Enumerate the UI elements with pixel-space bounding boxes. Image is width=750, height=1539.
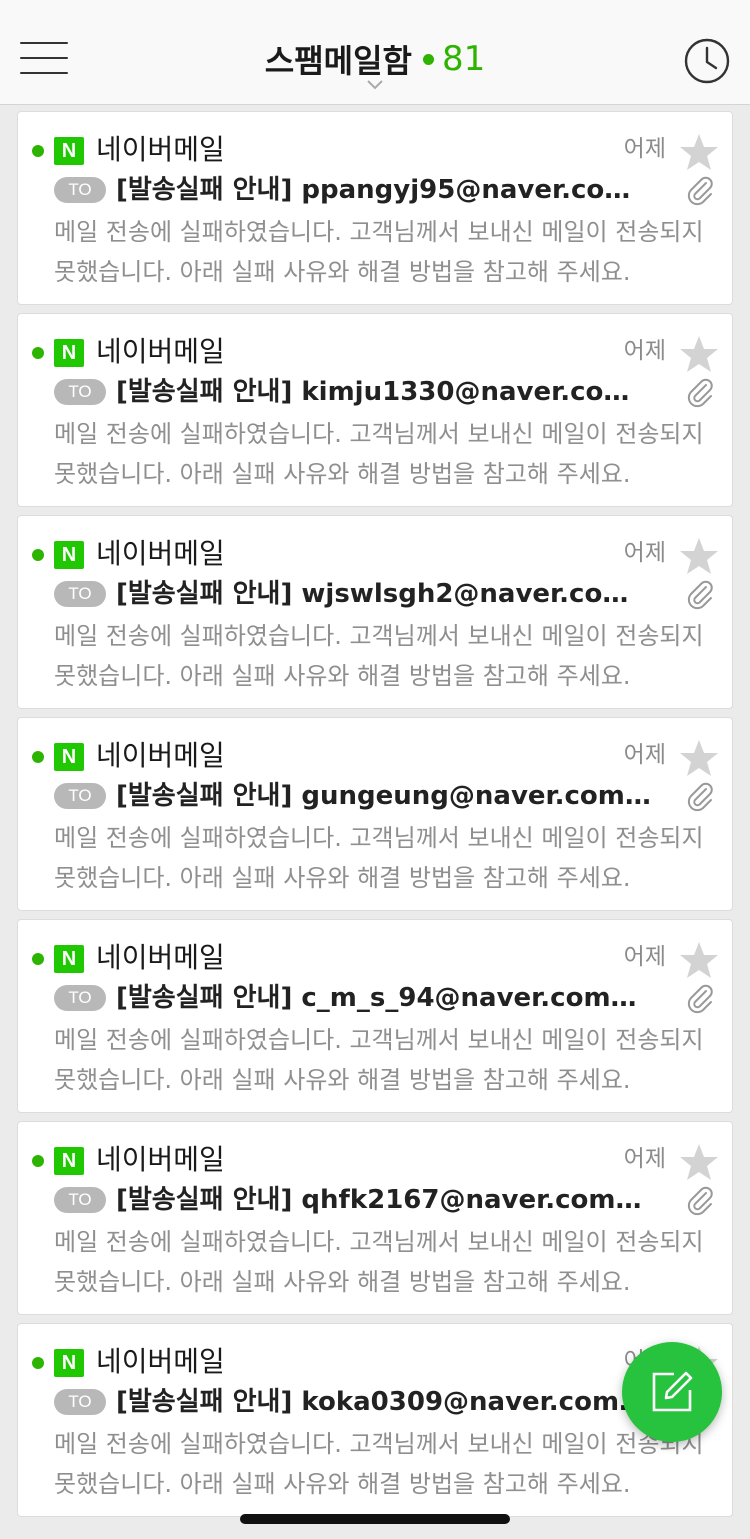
unread-dot — [32, 549, 44, 561]
mail-date: 어제 — [623, 1146, 666, 1172]
mail-preview: 메일 전송에 실패하였습니다. 고객님께서 보내신 메일이 전송되지 못했습니다… — [54, 824, 704, 892]
naver-logo-icon: N — [54, 945, 84, 973]
mail-subject: [발송실패 안내] ppangyj95@naver.com으로 메일이 전송되지… — [116, 175, 654, 205]
star-icon[interactable] — [678, 738, 720, 778]
mail-subject: [발송실패 안내] kimju1330@naver.com으로 메일이 전송되지… — [116, 377, 654, 407]
star-icon[interactable] — [678, 940, 720, 980]
mailbox-title: 스팸메일함 — [264, 42, 412, 80]
mail-subject: [발송실패 안내] qhfk2167@naver.com으로 메일이 전송되지 … — [116, 1185, 654, 1215]
mail-item[interactable]: N 네이버메일 어제 TO [발송실패 안내] kimju1330@naver.… — [17, 313, 733, 507]
mail-item[interactable]: N 네이버메일 어제 TO [발송실패 안내] wjswlsgh2@naver.… — [17, 515, 733, 709]
naver-logo-icon: N — [54, 137, 84, 165]
sender-name: 네이버메일 — [96, 1345, 225, 1378]
to-badge: TO — [54, 379, 106, 405]
compose-icon — [652, 1371, 693, 1412]
mail-date: 어제 — [623, 540, 666, 566]
star-icon[interactable] — [678, 132, 720, 172]
naver-logo-icon: N — [54, 339, 84, 367]
mail-preview: 메일 전송에 실패하였습니다. 고객님께서 보내신 메일이 전송되지 못했습니다… — [54, 420, 704, 488]
mail-subject: [발송실패 안내] koka0309@naver.com으로 메일이 전송되지 … — [116, 1387, 654, 1417]
chevron-down-icon[interactable] — [366, 78, 384, 92]
attachment-clip-icon — [687, 580, 713, 610]
unread-dot — [32, 1155, 44, 1167]
mail-preview: 메일 전송에 실패하였습니다. 고객님께서 보내신 메일이 전송되지 못했습니다… — [54, 1026, 704, 1094]
mail-preview: 메일 전송에 실패하였습니다. 고객님께서 보내신 메일이 전송되지 못했습니다… — [54, 218, 704, 286]
attachment-clip-icon — [687, 176, 713, 206]
mail-item[interactable]: N 네이버메일 어제 TO [발송실패 안내] koka0309@naver.c… — [17, 1323, 733, 1517]
mail-preview: 메일 전송에 실패하였습니다. 고객님께서 보내신 메일이 전송되지 못했습니다… — [54, 1430, 704, 1498]
to-badge: TO — [54, 985, 106, 1011]
unread-dot — [32, 347, 44, 359]
mail-preview: 메일 전송에 실패하였습니다. 고객님께서 보내신 메일이 전송되지 못했습니다… — [54, 1228, 704, 1296]
mail-date: 어제 — [623, 742, 666, 768]
unread-dot — [32, 953, 44, 965]
unread-dot-indicator — [422, 53, 434, 65]
naver-logo-icon: N — [54, 1349, 84, 1377]
to-badge: TO — [54, 1389, 106, 1415]
naver-logo-icon: N — [54, 1147, 84, 1175]
mail-subject: [발송실패 안내] c_m_s_94@naver.com으로 메일이 전송되지 … — [116, 983, 654, 1013]
top-bar: 스팸메일함 81 — [0, 0, 750, 105]
attachment-clip-icon — [687, 1186, 713, 1216]
mail-item[interactable]: N 네이버메일 어제 TO [발송실패 안내] ppangyj95@naver.… — [17, 111, 733, 305]
clock-icon[interactable] — [683, 37, 731, 85]
sender-name: 네이버메일 — [96, 335, 225, 368]
unread-count: 81 — [441, 39, 486, 79]
star-icon[interactable] — [678, 1142, 720, 1182]
unread-dot — [32, 145, 44, 157]
home-indicator — [240, 1514, 510, 1524]
attachment-clip-icon — [687, 984, 713, 1014]
star-icon[interactable] — [678, 536, 720, 576]
naver-logo-icon: N — [54, 743, 84, 771]
attachment-clip-icon — [687, 378, 713, 408]
sender-name: 네이버메일 — [96, 537, 225, 570]
unread-dot — [32, 751, 44, 763]
to-badge: TO — [54, 177, 106, 203]
mail-preview: 메일 전송에 실패하였습니다. 고객님께서 보내신 메일이 전송되지 못했습니다… — [54, 622, 704, 690]
naver-logo-icon: N — [54, 541, 84, 569]
sender-name: 네이버메일 — [96, 133, 225, 166]
mail-subject: [발송실패 안내] gungeung@naver.com으로 메일이 전송되지 … — [116, 781, 654, 811]
mail-item[interactable]: N 네이버메일 어제 TO [발송실패 안내] c_m_s_94@naver.c… — [17, 919, 733, 1113]
to-badge: TO — [54, 581, 106, 607]
mail-date: 어제 — [623, 338, 666, 364]
mail-date: 어제 — [623, 944, 666, 970]
to-badge: TO — [54, 783, 106, 809]
to-badge: TO — [54, 1187, 106, 1213]
compose-button[interactable] — [622, 1342, 722, 1442]
sender-name: 네이버메일 — [96, 1143, 225, 1176]
unread-dot — [32, 1357, 44, 1369]
sender-name: 네이버메일 — [96, 941, 225, 974]
mail-date: 어제 — [623, 136, 666, 162]
mail-item[interactable]: N 네이버메일 어제 TO [발송실패 안내] qhfk2167@naver.c… — [17, 1121, 733, 1315]
attachment-clip-icon — [687, 782, 713, 812]
star-icon[interactable] — [678, 334, 720, 374]
mailbox-title-selector[interactable]: 스팸메일함 81 — [0, 36, 750, 84]
mail-subject: [발송실패 안내] wjswlsgh2@naver.com으로 메일이 전송되지… — [116, 579, 654, 609]
sender-name: 네이버메일 — [96, 739, 225, 772]
mail-item[interactable]: N 네이버메일 어제 TO [발송실패 안내] gungeung@naver.c… — [17, 717, 733, 911]
